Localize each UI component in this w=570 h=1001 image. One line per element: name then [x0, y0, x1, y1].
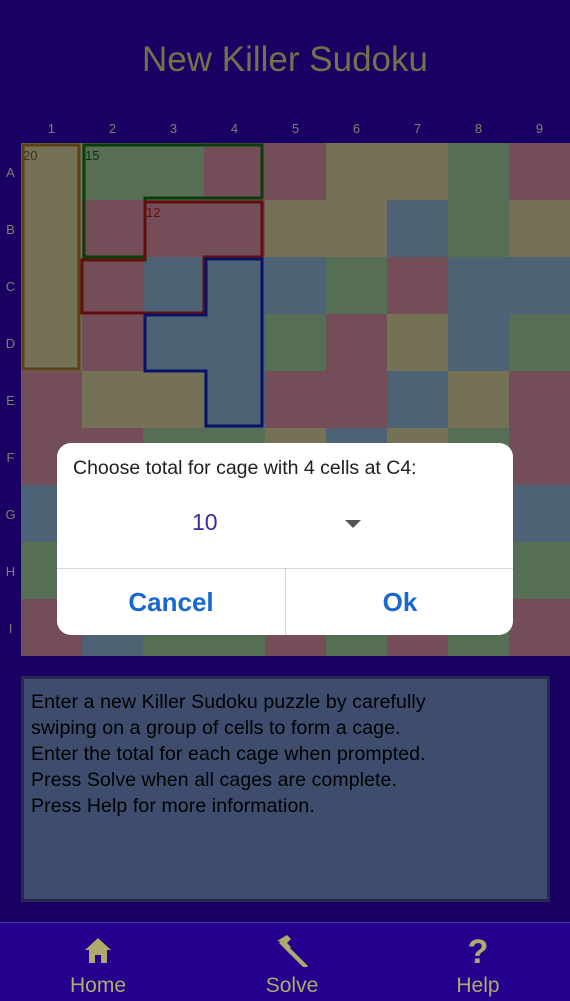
ok-button[interactable]: Ok: [286, 569, 513, 635]
home-icon: [85, 938, 111, 963]
svg-text:?: ?: [468, 933, 489, 967]
nav-home-button[interactable]: Home: [3, 923, 193, 1001]
question-icon: ?: [468, 933, 489, 967]
dropdown-arrow-icon: [345, 520, 361, 528]
total-select-value: 10: [192, 509, 218, 535]
hammer-icon: [277, 935, 308, 967]
nav-help-label: Help: [456, 974, 500, 997]
nav-solve-button[interactable]: Solve: [197, 923, 387, 1001]
cage-total-dialog: Choose total for cage with 4 cells at C4…: [57, 443, 513, 635]
dialog-buttons: Cancel Ok: [57, 568, 513, 635]
nav-home-label: Home: [69, 974, 127, 997]
dialog-title: Choose total for cage with 4 cells at C4…: [73, 457, 417, 479]
cancel-button[interactable]: Cancel: [57, 569, 285, 635]
bottom-nav: Home Solve ? Help: [0, 922, 570, 1001]
nav-help-button[interactable]: ? Help: [383, 923, 570, 1001]
total-select[interactable]: 10: [57, 495, 513, 555]
nav-solve-label: Solve: [265, 974, 319, 997]
